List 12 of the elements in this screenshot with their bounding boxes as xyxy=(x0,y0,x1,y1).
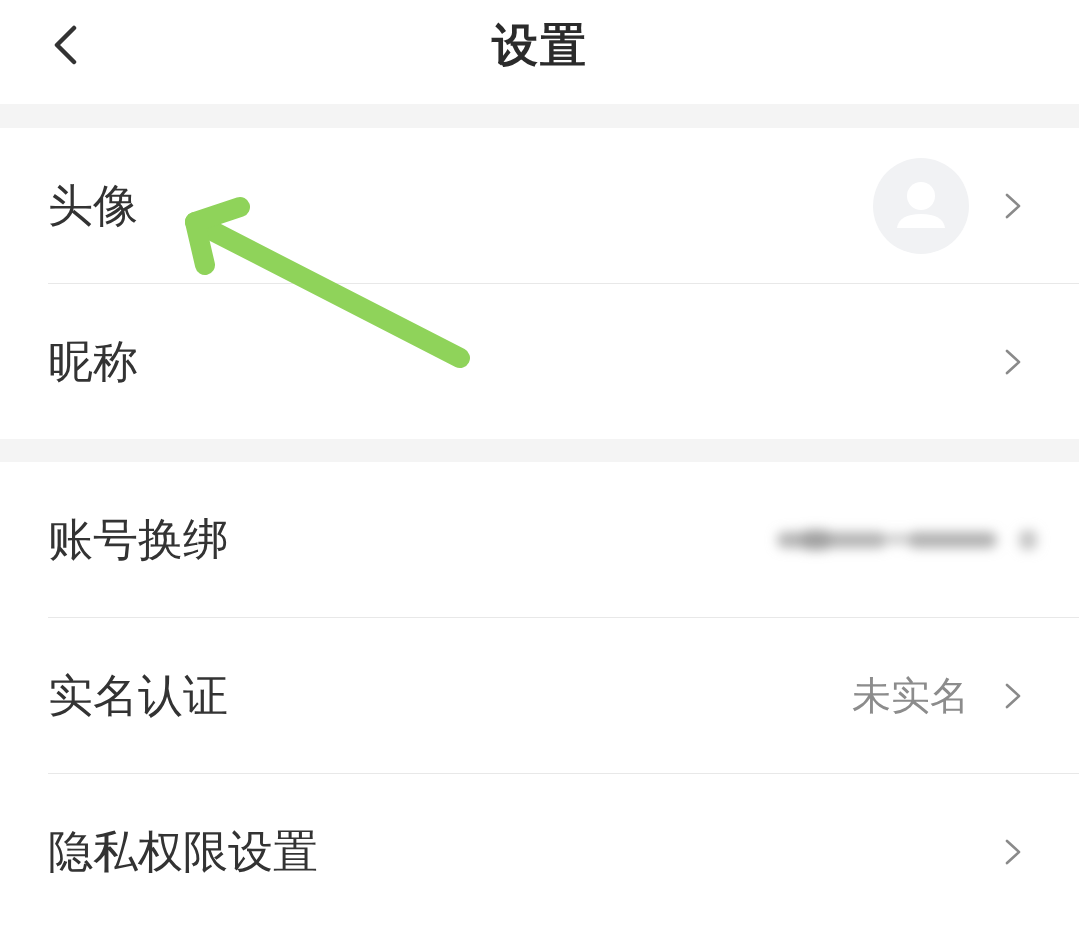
row-label: 隐私权限设置 xyxy=(48,823,318,880)
row-label: 账号换绑 xyxy=(48,511,228,568)
chevron-right-icon xyxy=(1005,348,1021,375)
back-icon xyxy=(53,25,77,65)
row-value: 未实名 xyxy=(852,671,969,720)
chevron-right-icon xyxy=(1005,192,1021,219)
row-label: 昵称 xyxy=(48,333,138,390)
row-label: 实名认证 xyxy=(48,667,228,724)
chevron-right-icon xyxy=(1005,838,1021,865)
chevron-right-icon xyxy=(1005,682,1021,709)
row-label: 头像 xyxy=(48,177,138,234)
page-title: 设置 xyxy=(491,17,588,74)
